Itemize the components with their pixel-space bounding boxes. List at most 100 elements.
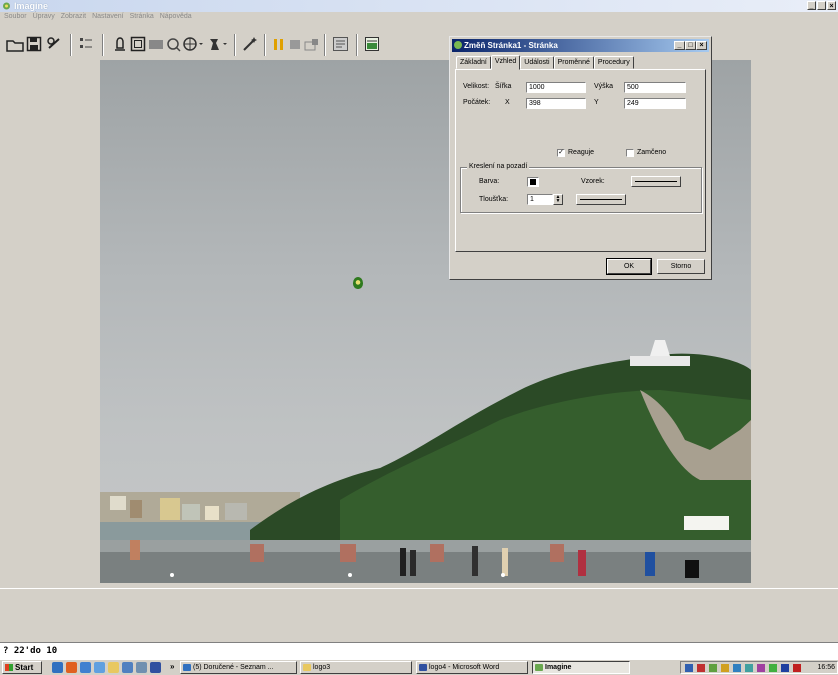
thickness-input[interactable]: 1 bbox=[527, 194, 553, 205]
media-icon[interactable] bbox=[136, 662, 147, 673]
maximize-button[interactable] bbox=[817, 1, 826, 10]
tab-procedury[interactable]: Procedury bbox=[593, 56, 634, 69]
tray-monitor-icon[interactable] bbox=[733, 664, 741, 672]
origin-y-input[interactable]: 249 bbox=[624, 98, 686, 109]
magic-wand-icon[interactable] bbox=[242, 36, 258, 54]
tray-sync-icon[interactable] bbox=[745, 664, 753, 672]
pause-icon[interactable] bbox=[272, 36, 286, 54]
image-icon[interactable] bbox=[364, 36, 380, 54]
ok-button[interactable]: OK bbox=[606, 258, 652, 275]
folder-icon[interactable] bbox=[108, 662, 119, 673]
tab-vzhled[interactable]: Vzhled bbox=[490, 55, 521, 70]
outlook-icon[interactable] bbox=[94, 662, 105, 673]
page-properties-dialog: Změň Stránka1 - Stránka _ □ × Základní V… bbox=[449, 36, 712, 280]
minimize-button[interactable]: _ bbox=[807, 1, 816, 10]
thickness-preview-button[interactable] bbox=[576, 194, 626, 205]
turtle-icon[interactable] bbox=[112, 36, 128, 54]
menu-napoveda[interactable]: Nápověda bbox=[160, 12, 192, 22]
word-quick-icon[interactable] bbox=[150, 662, 161, 673]
tray-messenger-icon[interactable] bbox=[757, 664, 765, 672]
reaguje-checkbox[interactable]: ✓ bbox=[557, 149, 565, 157]
tray-n-icon[interactable] bbox=[793, 664, 801, 672]
main-title-bar[interactable]: Imagine _ × bbox=[0, 0, 838, 12]
rectangle-icon[interactable] bbox=[148, 36, 164, 54]
page-icon[interactable] bbox=[332, 36, 350, 54]
tloustka-label: Tloušťka: bbox=[479, 196, 509, 203]
tray-update-icon[interactable] bbox=[709, 664, 717, 672]
tab-udalosti[interactable]: Události bbox=[520, 56, 554, 69]
folder-icon bbox=[303, 664, 311, 671]
thickness-spinner[interactable]: ▲ ▼ bbox=[553, 194, 563, 205]
save-disk-icon[interactable] bbox=[26, 36, 42, 54]
menu-stranka[interactable]: Stránka bbox=[130, 12, 154, 22]
ie-icon bbox=[183, 664, 191, 671]
run-icon[interactable] bbox=[46, 36, 62, 54]
dialog-close-button[interactable]: × bbox=[696, 41, 707, 50]
close-button[interactable]: × bbox=[827, 1, 836, 10]
taskbar: Start » (5) Doručené - Seznam ... logo3 … bbox=[0, 659, 838, 675]
origin-x-input[interactable]: 398 bbox=[526, 98, 586, 109]
quicklaunch-chevron[interactable]: » bbox=[170, 661, 174, 673]
tool-dropdown-icon[interactable] bbox=[207, 36, 229, 54]
drawing-area[interactable] bbox=[0, 60, 838, 588]
reaguje-label: Reaguje bbox=[568, 149, 595, 156]
toolbar bbox=[0, 22, 838, 60]
y-label: Y bbox=[594, 99, 599, 106]
tray-antivirus-icon[interactable] bbox=[697, 664, 705, 672]
turtle-icon[interactable] bbox=[353, 277, 363, 289]
task-word-logo4[interactable]: logo4 - Microsoft Word bbox=[416, 661, 528, 674]
dialog-title-bar[interactable]: Změň Stránka1 - Stránka _ □ × bbox=[452, 39, 709, 52]
group-label: Kreslení na pozadí bbox=[467, 162, 530, 172]
vyska-label: Výška bbox=[594, 83, 614, 90]
command-line-input[interactable]: ? 22'do 10 bbox=[0, 643, 838, 659]
storno-button[interactable]: Storno bbox=[657, 259, 705, 274]
vzorek-label: Vzorek: bbox=[581, 178, 605, 185]
background-drawing-group: Kreslení na pozadí Barva: Vzorek: Tloušť… bbox=[460, 162, 702, 213]
tray-volume-icon[interactable] bbox=[769, 664, 777, 672]
tray-shield-icon[interactable] bbox=[721, 664, 729, 672]
ie-icon[interactable] bbox=[52, 662, 63, 673]
tray-network-icon[interactable] bbox=[685, 664, 693, 672]
imagine-app-icon bbox=[2, 2, 11, 10]
open-folder-icon[interactable] bbox=[6, 36, 24, 54]
x-label: X bbox=[505, 99, 510, 106]
imagine-icon bbox=[535, 664, 543, 671]
clock: 16:56 bbox=[817, 664, 835, 671]
imagine-app-icon bbox=[454, 41, 462, 49]
dialog-minimize-button[interactable]: _ bbox=[674, 41, 685, 50]
task-logo3[interactable]: logo3 bbox=[300, 661, 412, 674]
zamceno-checkbox[interactable] bbox=[626, 149, 634, 157]
width-input[interactable]: 1000 bbox=[526, 82, 586, 93]
barva-label: Barva: bbox=[479, 178, 500, 185]
tab-promenne[interactable]: Proměnné bbox=[553, 56, 594, 69]
target-icon[interactable] bbox=[182, 36, 204, 54]
browser-icon[interactable] bbox=[80, 662, 91, 673]
tab-panel-vzhled: Velikost: Šířka 1000 Výška 500 Počátek: … bbox=[455, 69, 706, 252]
step-icon[interactable] bbox=[304, 36, 320, 54]
desktop-icon[interactable] bbox=[122, 662, 133, 673]
height-input[interactable]: 500 bbox=[624, 82, 686, 93]
task-imagine[interactable]: Imagine bbox=[532, 661, 630, 674]
menu-soubor[interactable]: Soubor bbox=[4, 12, 27, 22]
stop-icon[interactable] bbox=[288, 36, 302, 54]
output-panel bbox=[0, 588, 838, 643]
main-window-title: Imagine bbox=[14, 1, 49, 11]
color-swatch[interactable] bbox=[527, 177, 539, 187]
firefox-icon[interactable] bbox=[66, 662, 77, 673]
tray-keyboard-icon[interactable] bbox=[781, 664, 789, 672]
menu-nastaveni[interactable]: Nastavení bbox=[92, 12, 124, 22]
pattern-button[interactable] bbox=[631, 176, 681, 187]
dialog-maximize-button[interactable]: □ bbox=[685, 41, 696, 50]
grid-icon[interactable] bbox=[78, 36, 94, 54]
zamceno-label: Zamčeno bbox=[637, 149, 667, 156]
frame-icon[interactable] bbox=[130, 36, 146, 54]
menu-upravy[interactable]: Úpravy bbox=[33, 12, 55, 22]
menu-zobrazit[interactable]: Zobrazit bbox=[61, 12, 86, 22]
start-button[interactable]: Start bbox=[2, 661, 42, 674]
pen-icon[interactable] bbox=[165, 36, 181, 54]
dialog-title: Změň Stránka1 - Stránka bbox=[464, 41, 558, 50]
tab-zakladni[interactable]: Základní bbox=[456, 56, 491, 69]
task-seznam[interactable]: (5) Doručené - Seznam ... bbox=[180, 661, 297, 674]
dialog-tabs: Základní Vzhled Události Proměnné Proced… bbox=[456, 55, 634, 70]
menu-bar: Soubor Úpravy Zobrazit Nastavení Stránka… bbox=[0, 12, 838, 22]
